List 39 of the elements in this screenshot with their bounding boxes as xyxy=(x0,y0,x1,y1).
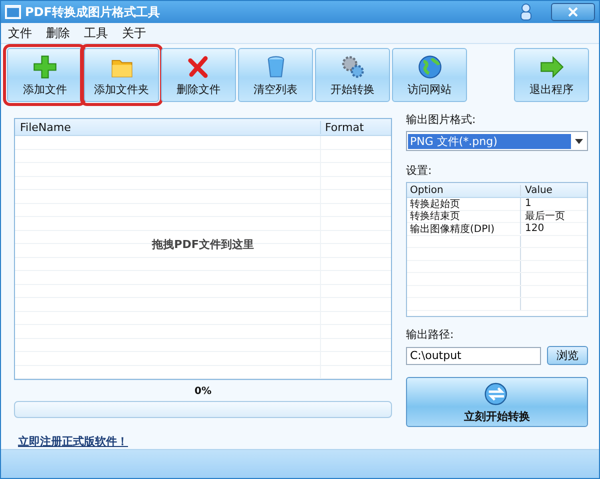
column-header: Value xyxy=(520,184,587,196)
toolbar-button[interactable]: 删除文件 xyxy=(161,48,236,102)
menu-item[interactable]: 文件 xyxy=(8,24,32,42)
gears-icon xyxy=(340,54,366,80)
table-cell: 最后一页 xyxy=(520,209,587,224)
toolbar-button[interactable]: 开始转换 xyxy=(315,48,390,102)
menu-item[interactable]: 关于 xyxy=(122,24,146,42)
menu-item[interactable]: 工具 xyxy=(84,24,108,42)
format-dropdown[interactable]: PNG 文件(*.png) xyxy=(406,131,588,151)
browse-button[interactable]: 浏览 xyxy=(547,346,588,365)
field-label: 输出图片格式: xyxy=(406,112,477,127)
globe-icon xyxy=(416,54,442,80)
register-link[interactable]: 立即注册正式版软件！ xyxy=(14,434,132,449)
table-cell-text: 输出图像精度(DPI) xyxy=(409,222,496,236)
column-header: FileName xyxy=(19,120,72,134)
progress-reading: 0% xyxy=(194,386,212,397)
column-header: Format xyxy=(320,120,391,134)
exit-button[interactable]: 退出程序 xyxy=(514,48,589,102)
close-button[interactable] xyxy=(551,3,595,21)
field-label: 输出路径: xyxy=(406,327,455,342)
table-cell-text: 转换结束页 xyxy=(409,210,461,224)
table-cell: 120 xyxy=(520,223,587,234)
convert-button[interactable]: 立刻开始转换 xyxy=(406,377,588,427)
toolbar-button[interactable]: 访问网站 xyxy=(392,48,467,102)
plus-icon xyxy=(32,54,58,80)
path-field[interactable]: C:\output xyxy=(406,346,541,364)
table-cell: 1 xyxy=(520,198,587,210)
window-title: PDF转换成图片格式工具 xyxy=(25,4,161,20)
table-cell-text: 转换起始页 xyxy=(409,198,461,210)
caret-icon xyxy=(575,138,583,144)
drop-hint: 拖拽PDF文件到这里 xyxy=(152,237,254,252)
toolbar-button[interactable]: 清空列表 xyxy=(238,48,313,102)
column-header: Option xyxy=(409,184,444,196)
menu-item[interactable]: 删除 xyxy=(46,24,70,42)
field-label: 设置: xyxy=(406,163,433,178)
app-icon xyxy=(5,5,21,19)
close-icon xyxy=(568,7,578,17)
arrow-right-icon xyxy=(538,54,564,80)
user-icon[interactable] xyxy=(519,3,533,21)
